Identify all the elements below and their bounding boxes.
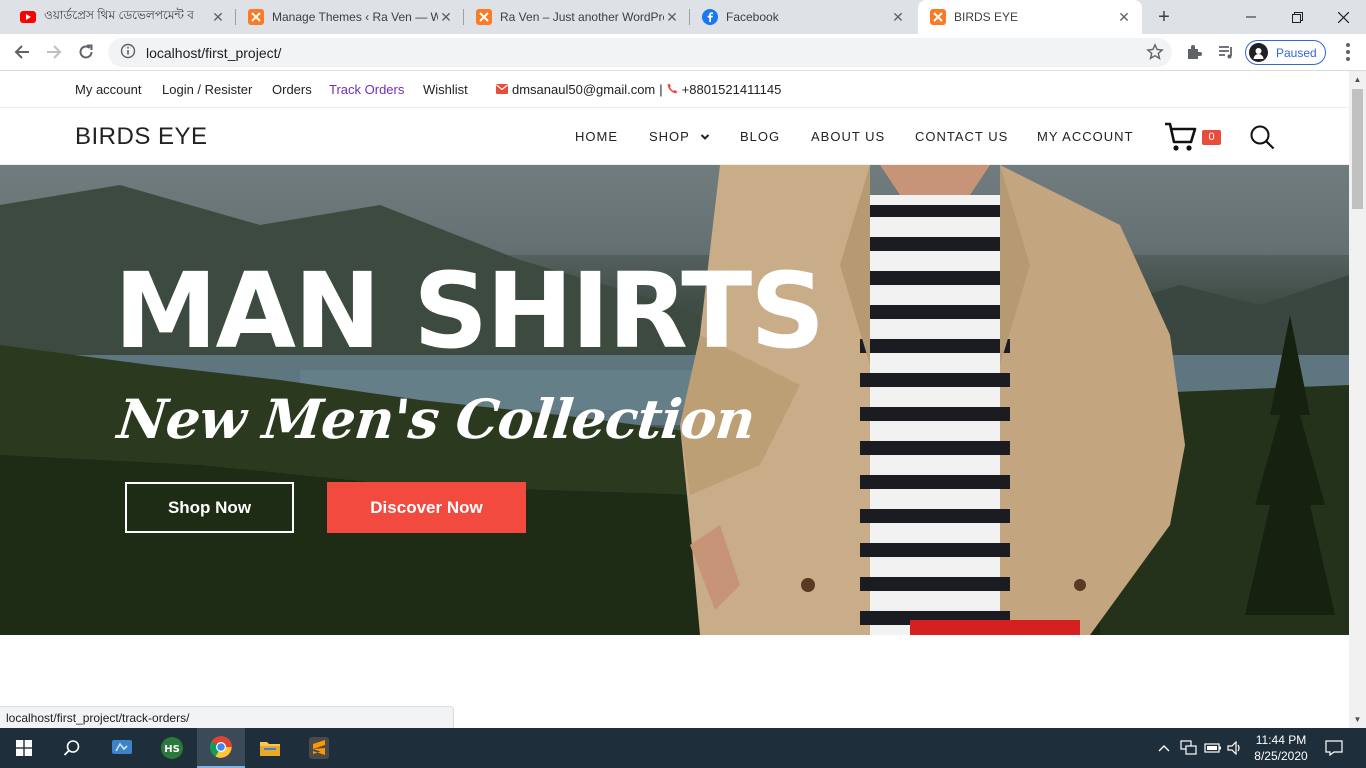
new-tab-button[interactable]: + [1154,7,1174,27]
site-header: BIRDS EYE HOME SHOP BLOG ABOUT US CONTAC… [0,109,1349,165]
cart-icon[interactable] [1164,121,1198,153]
clock-date: 8/25/2020 [1254,749,1308,763]
close-icon[interactable]: ✕ [890,9,906,26]
track-orders-link[interactable]: Track Orders [329,82,404,97]
file-explorer-icon[interactable] [246,728,294,768]
discover-now-button[interactable]: Discover Now [327,482,526,533]
close-icon[interactable]: ✕ [664,9,680,26]
network-icon[interactable] [1178,728,1200,768]
shop-now-button[interactable]: Shop Now [125,482,294,533]
tab-title: Facebook [726,10,779,24]
page-scrollbar[interactable]: ▲ ▼ [1349,71,1366,728]
sublime-text-icon[interactable] [295,728,343,768]
info-icon[interactable] [120,43,136,62]
close-window-button[interactable] [1320,0,1366,34]
search-icon[interactable] [48,728,96,768]
scroll-down-arrow-icon[interactable]: ▼ [1349,711,1366,728]
contact-separator: | [659,82,663,97]
back-button[interactable] [10,40,34,64]
restore-button[interactable] [1274,0,1320,34]
bookmark-star-icon[interactable] [1146,43,1164,64]
clock-time: 11:44 PM [1255,733,1307,747]
reload-button[interactable] [74,40,98,64]
nav-about[interactable]: ABOUT US [811,129,885,144]
address-bar[interactable]: localhost/first_project/ [108,38,1172,67]
notification-center-icon[interactable] [1318,728,1350,768]
login-register-link[interactable]: Login / Resister [162,82,252,97]
nav-home[interactable]: HOME [575,129,618,144]
utility-bar: My account Login / Resister Orders Track… [0,71,1349,108]
xampp-icon [248,9,264,25]
nav-blog[interactable]: BLOG [740,129,780,144]
hotspot-app-icon[interactable]: HS [148,728,196,768]
contact-info: dmsanaul50@gmail.com | +8801521411145 [496,82,781,97]
browser-tab[interactable]: Manage Themes ‹ Ra Ven — W ✕ [236,0,464,34]
avatar [1249,43,1268,62]
mediaplayer-app-icon[interactable] [98,728,146,768]
forward-button[interactable] [42,40,66,64]
orders-link[interactable]: Orders [272,82,312,97]
nav-contact[interactable]: CONTACT US [915,129,1008,144]
tab-title: Ra Ven – Just another WordPre [500,10,664,24]
media-queue-icon[interactable] [1216,42,1236,62]
wishlist-link[interactable]: Wishlist [423,82,468,97]
windows-taskbar: HS 11:44 PM 8/25/2020 [0,728,1366,768]
youtube-icon [20,9,36,25]
search-icon[interactable] [1249,124,1275,150]
xampp-icon [930,9,946,25]
browser-toolbar: localhost/first_project/ Paused [0,34,1366,71]
hero-subheadline: New Men's Collection [114,387,758,451]
volume-icon[interactable] [1226,728,1246,768]
browser-tab-active[interactable]: BIRDS EYE ✕ [918,0,1142,34]
facebook-icon [702,9,718,25]
url-text: localhost/first_project/ [146,44,282,61]
tab-title: BIRDS EYE [954,10,1019,24]
link-status-bubble: localhost/first_project/track-orders/ [0,706,454,728]
close-icon[interactable]: ✕ [1116,9,1132,26]
contact-email[interactable]: dmsanaul50@gmail.com [512,82,655,97]
hero-banner: MAN SHIRTS New Men's Collection Shop Now… [0,165,1349,635]
profile-status: Paused [1276,45,1317,60]
extensions-puzzle-icon[interactable] [1184,42,1204,62]
browser-tab[interactable]: Facebook ✕ [690,0,916,34]
browser-menu-icon[interactable] [1338,42,1358,62]
close-icon[interactable]: ✕ [438,9,454,26]
nav-my-account[interactable]: MY ACCOUNT [1037,129,1133,144]
xampp-icon [476,9,492,25]
scroll-up-arrow-icon[interactable]: ▲ [1349,71,1366,88]
tab-title: ওয়ার্ডপ্রেস থিম ডেভেলপমেন্ট ব [44,8,194,22]
browser-tab[interactable]: ওয়ার্ডপ্রেস থিম ডেভেলপমেন্ট ব ✕ [8,0,236,34]
svg-text:HS: HS [164,744,180,755]
hero-headline: MAN SHIRTS [114,250,825,372]
contact-phone[interactable]: +8801521411145 [682,82,782,97]
phone-icon [667,82,678,97]
site-logo[interactable]: BIRDS EYE [75,123,208,151]
system-clock[interactable]: 11:44 PM 8/25/2020 [1252,732,1310,764]
page-viewport: My account Login / Resister Orders Track… [0,71,1349,728]
chevron-down-icon[interactable] [700,129,710,147]
cart-count-badge: 0 [1202,130,1221,145]
windows-start-icon[interactable] [0,728,48,768]
browser-tab-strip: ওয়ার্ডপ্রেস থিম ডেভেলপমেন্ট ব ✕ Manage … [0,0,1366,34]
nav-shop[interactable]: SHOP [649,129,690,144]
browser-tab[interactable]: Ra Ven – Just another WordPre ✕ [464,0,690,34]
battery-icon[interactable] [1203,728,1223,768]
envelope-icon [496,82,508,97]
my-account-link[interactable]: My account [75,82,141,97]
tab-title: Manage Themes ‹ Ra Ven — W [272,10,438,24]
chrome-app-icon[interactable] [197,728,245,768]
close-icon[interactable]: ✕ [210,9,226,26]
minimize-button[interactable] [1228,0,1274,34]
chevron-up-icon[interactable] [1156,728,1172,768]
profile-button[interactable]: Paused [1245,40,1326,65]
scrollbar-thumb[interactable] [1352,89,1363,209]
